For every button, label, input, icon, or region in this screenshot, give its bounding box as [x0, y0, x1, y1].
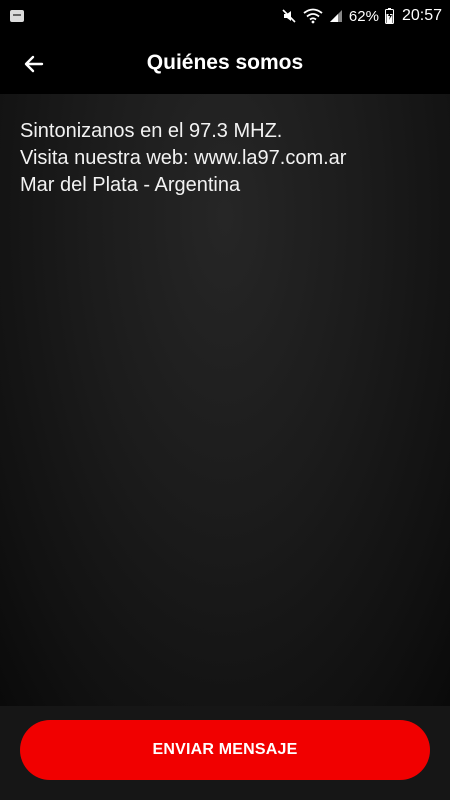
status-right: 62% 20:57 [281, 7, 442, 25]
send-message-button[interactable]: ENVIAR MENSAJE [20, 720, 430, 780]
app-bar: Quiénes somos [0, 32, 450, 94]
arrow-left-icon [24, 55, 44, 73]
page-title: Quiénes somos [146, 51, 304, 74]
signal-icon [329, 10, 342, 22]
wifi-icon [303, 8, 323, 24]
battery-percentage: 62% [348, 7, 379, 25]
status-left [10, 10, 24, 22]
clock: 20:57 [401, 7, 442, 24]
about-content: Sintonizanos en el 97.3 MHZ. Visita nues… [0, 94, 450, 706]
website-text: Visita nuestra web: www.la97.com.ar [20, 147, 347, 169]
frequency-text: Sintonizanos en el 97.3 MHZ. [20, 120, 283, 142]
battery-icon [384, 8, 394, 24]
status-bar: 62% 20:57 [0, 0, 450, 32]
location-text: Mar del Plata - Argentina [20, 174, 241, 196]
footer: ENVIAR MENSAJE [0, 706, 450, 800]
notification-icon [10, 10, 24, 22]
back-button[interactable] [14, 44, 54, 84]
mute-icon [282, 9, 296, 23]
